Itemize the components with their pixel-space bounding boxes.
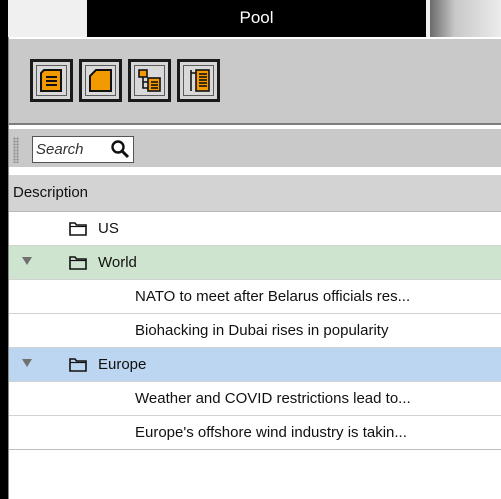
tree-row-world[interactable]: World — [9, 246, 501, 280]
tree-row-label: World — [98, 254, 137, 271]
tree-row-label: US — [98, 220, 119, 237]
window-left-border — [0, 0, 8, 499]
tree-row-label: Europe's offshore wind industry is takin… — [135, 424, 407, 441]
nested-tree-button[interactable] — [177, 59, 220, 102]
tree-view-icon — [138, 69, 161, 92]
folder-icon — [69, 222, 87, 236]
tree-row-label: NATO to meet after Belarus officials res… — [135, 288, 411, 305]
new-folder-button[interactable] — [79, 59, 122, 102]
folder-icon — [69, 358, 87, 372]
toolbar — [9, 39, 501, 125]
column-header-label: Description — [13, 184, 89, 201]
tree-row-article[interactable]: NATO to meet after Belarus officials res… — [9, 280, 501, 314]
title-bar-gradient — [430, 0, 501, 37]
panel-title: Pool — [239, 8, 274, 27]
tree-view-button[interactable] — [128, 59, 171, 102]
search-box[interactable] — [32, 136, 134, 163]
expand-arrow-icon[interactable] — [22, 257, 32, 265]
folder-icon — [69, 256, 87, 270]
column-header-description[interactable]: Description — [9, 175, 501, 212]
tree-row-label: Europe — [98, 356, 147, 373]
tree-row-europe[interactable]: Europe — [9, 348, 501, 382]
document-list-button[interactable] — [30, 59, 73, 102]
search-input[interactable] — [33, 137, 110, 162]
expand-arrow-icon[interactable] — [22, 359, 32, 367]
folder-icon — [89, 69, 112, 92]
tree-row-us[interactable]: US — [9, 212, 501, 246]
toolbar-grip[interactable] — [13, 137, 19, 163]
tree-row-article[interactable]: Weather and COVID restrictions lead to..… — [9, 382, 501, 416]
tree-row-article[interactable]: Biohacking in Dubai rises in popularity — [9, 314, 501, 348]
search-toolbar — [9, 129, 501, 167]
tree-row-label: Biohacking in Dubai rises in popularity — [135, 322, 389, 339]
nested-tree-icon — [190, 69, 210, 92]
document-list-icon — [40, 69, 62, 92]
tree-row-article[interactable]: Europe's offshore wind industry is takin… — [9, 416, 501, 450]
search-icon[interactable] — [110, 139, 130, 159]
tree-row-label: Weather and COVID restrictions lead to..… — [135, 390, 411, 407]
